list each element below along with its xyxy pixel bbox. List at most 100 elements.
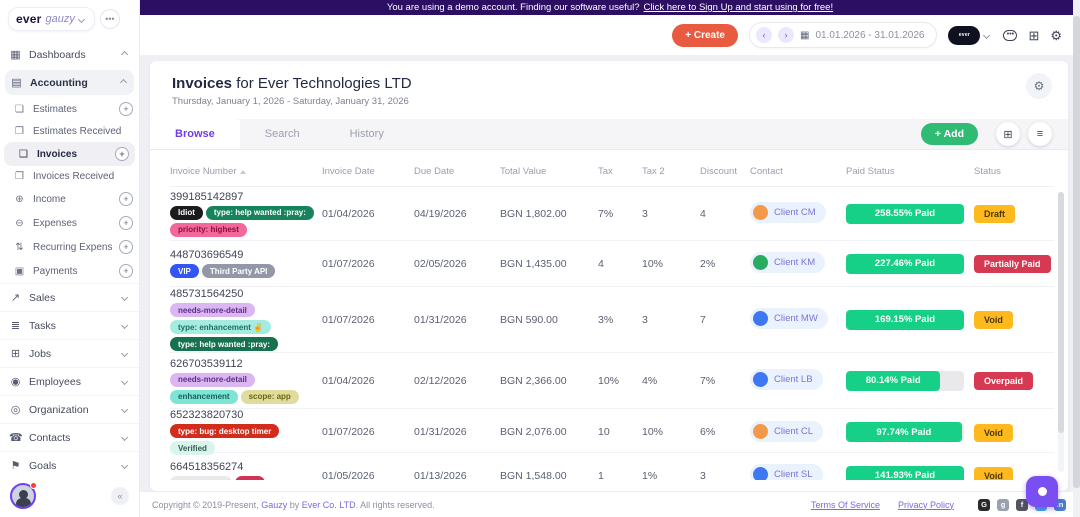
contact-chip[interactable]: Client CM [750,202,826,223]
column-header-paid-status[interactable]: Paid Status [846,166,974,177]
sidebar-item-invoices[interactable]: ❏Invoices+ [4,142,135,166]
tab-browse[interactable]: Browse [150,119,240,149]
support-chat-icon[interactable]: ••• [1003,30,1017,41]
contact-chip[interactable]: Client CL [750,421,823,442]
tax2-cell: 10% [642,426,700,438]
content-area: Invoices for Ever Technologies LTD Thurs… [140,56,1080,491]
chevron-down-icon [121,322,128,329]
add-income-button[interactable]: + [119,192,133,206]
column-header-tax[interactable]: Tax [598,166,642,177]
table-row[interactable]: 664518356274priority: lowbug01/05/202601… [170,453,1054,480]
sidebar-item-accounting[interactable]: ▤Accounting [5,70,134,95]
discount-cell: 7 [700,314,750,326]
total-value-cell: BGN 1,435.00 [500,258,598,270]
page-title: Invoices for Ever Technologies LTD [172,75,1048,92]
status-badge: Partially Paid [974,255,1051,273]
column-header-invoice-number[interactable]: Invoice Number [170,166,322,177]
add-invoices-button[interactable]: + [115,147,129,161]
column-header-invoice-date[interactable]: Invoice Date [322,166,414,177]
table-row[interactable]: 626703539112needs-more-detailenhancement… [170,353,1054,409]
organization-switcher[interactable]: ever gauzy [8,7,95,31]
sidebar-item-label: Contacts [29,432,115,444]
date-next-button[interactable]: › [778,27,794,43]
sidebar-item-tasks[interactable]: ≣Tasks [0,311,139,339]
jobs-icon: ⊞ [9,347,22,360]
footer-copyright-link[interactable]: Ever Co. LTD [302,500,356,510]
status-badge: Draft [974,205,1015,223]
column-header-status[interactable]: Status [974,166,1054,177]
sidebar-item-expenses[interactable]: ⊖Expenses+ [0,211,139,235]
invoice-number-cell: 448703696549VIPThird Party API [170,249,322,278]
dashboards-icon: ▦ [9,48,22,61]
page-title-bold: Invoices [172,75,232,92]
user-avatar[interactable] [10,483,36,509]
grid-view-button[interactable]: ⊞ [996,122,1020,146]
contact-name: Client MW [774,313,818,324]
signup-link[interactable]: Click here to Sign Up and start using fo… [644,2,834,13]
sidebar-item-invoices-received[interactable]: ❒Invoices Received [0,166,139,187]
tag-pill: Idiot [170,206,203,220]
footer-link-privacy-policy[interactable]: Privacy Policy [898,500,954,510]
tab-history[interactable]: History [325,119,409,149]
add-estimates-button[interactable]: + [119,102,133,116]
footer-copyright-link[interactable]: Gauzy [261,500,287,510]
sidebar-item-recurring-expenses[interactable]: ⇅Recurring Expenses+ [0,235,139,259]
column-header-due-date[interactable]: Due Date [414,166,500,177]
sidebar-menu: ▦Dashboards▤Accounting❏Estimates+❒Estima… [0,37,139,477]
column-header-contact[interactable]: Contact [750,166,846,177]
add-recurring-expenses-button[interactable]: + [119,240,133,254]
sidebar-item-employees[interactable]: ◉Employees [0,367,139,395]
tag-pill: type: help wanted :pray: [206,206,314,220]
gitter-icon[interactable]: g [997,499,1009,511]
table-row[interactable]: 652323820730type: bug: desktop timerVeri… [170,409,1054,453]
github-icon[interactable]: G [978,499,990,511]
footer-link-terms-of-service[interactable]: Terms Of Service [811,500,880,510]
tab-search[interactable]: Search [240,119,325,149]
more-options-button[interactable]: ••• [100,9,120,29]
page-scrollbar[interactable] [1073,0,1080,517]
sidebar-item-sales[interactable]: ↗Sales [0,283,139,311]
sidebar-collapse-button[interactable]: « [111,487,129,505]
date-prev-button[interactable]: ‹ [756,27,772,43]
chat-fab-button[interactable] [1026,476,1058,507]
column-header-discount[interactable]: Discount [700,166,750,177]
tax2-cell: 3 [642,314,700,326]
sidebar-item-income[interactable]: ⊕Income+ [0,187,139,211]
table-row[interactable]: 399185142897Idiottype: help wanted :pray… [170,187,1054,241]
sidebar-item-goals[interactable]: ⚑Goals [0,451,139,477]
list-view-button[interactable]: ≡ [1028,122,1052,146]
invoice-table: Invoice NumberInvoice DateDue DateTotal … [150,150,1068,480]
table-row[interactable]: 448703696549VIPThird Party API01/07/2026… [170,241,1054,287]
sidebar-item-jobs[interactable]: ⊞Jobs [0,339,139,367]
contact-chip[interactable]: Client LB [750,369,823,390]
sidebar-item-contacts[interactable]: ☎Contacts [0,423,139,451]
table-scrollbar[interactable] [1058,192,1064,472]
contact-chip[interactable]: Client KM [750,252,825,273]
page-scrollbar-thumb[interactable] [1073,16,1080,488]
invoices-received-icon: ❒ [13,171,26,182]
sidebar-item-dashboards[interactable]: ▦Dashboards [0,41,139,68]
column-header-total-value[interactable]: Total Value [500,166,598,177]
sidebar-item-label: Expenses [33,218,112,229]
invoice-tags: needs-more-detailenhancementscope: app [170,373,316,404]
card-settings-gear-icon[interactable]: ⚙ [1026,73,1052,99]
add-expenses-button[interactable]: + [119,216,133,230]
sidebar-item-estimates-received[interactable]: ❒Estimates Received [0,121,139,142]
sidebar-item-organization[interactable]: ◎Organization [0,395,139,423]
sidebar-item-estimates[interactable]: ❏Estimates+ [0,97,139,121]
add-payments-button[interactable]: + [119,264,133,278]
column-header-tax-2[interactable]: Tax 2 [642,166,700,177]
create-button[interactable]: + Create [672,24,738,47]
language-grid-icon[interactable]: ⊞ [1028,29,1039,42]
contact-chip[interactable]: Client SL [750,464,823,480]
user-menu[interactable]: ever [948,26,992,45]
date-range-picker[interactable]: ‹ › ▦ 01.01.2026 - 31.01.2026 [749,22,937,48]
paid-status-cell: 97.74% Paid [846,422,974,442]
contact-chip[interactable]: Client MW [750,308,828,329]
settings-gear-icon[interactable]: ⚙ [1050,29,1062,42]
table-scrollbar-thumb[interactable] [1058,192,1064,433]
sidebar-item-payments[interactable]: ▣Payments+ [0,259,139,283]
table-row[interactable]: 485731564250needs-more-detailtype: enhan… [170,287,1054,353]
chevron-up-icon [120,79,127,86]
add-button[interactable]: + Add [921,123,978,145]
